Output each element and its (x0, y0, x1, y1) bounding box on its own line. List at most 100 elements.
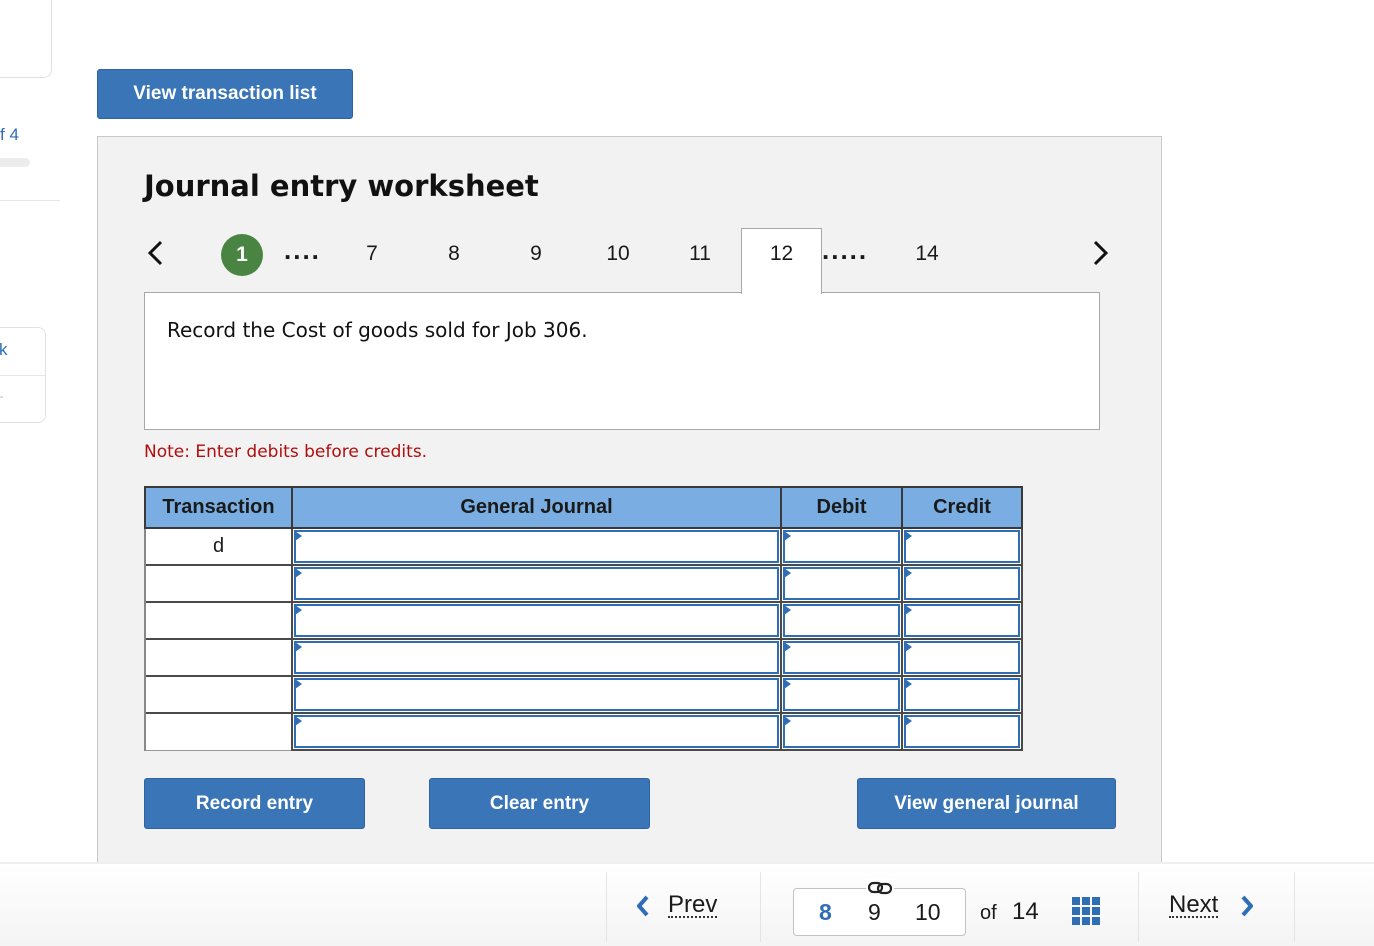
table-header-row: Transaction General Journal Debit Credit (144, 486, 1023, 529)
total-pages: 14 (1012, 898, 1039, 925)
debit-input-cell (780, 675, 903, 714)
grid-icon[interactable] (1072, 897, 1101, 926)
sidebar-divider (0, 200, 60, 201)
credit-input[interactable] (904, 678, 1020, 711)
debit-input[interactable] (783, 530, 900, 563)
transaction-cell (144, 638, 293, 677)
general-journal-input[interactable] (294, 567, 779, 600)
credit-input-cell (901, 638, 1023, 677)
nav-divider (760, 872, 761, 942)
general-journal-input-cell (291, 564, 782, 603)
table-row: d (144, 527, 1023, 566)
prev-button[interactable]: Prev (636, 891, 718, 918)
link-icon[interactable] (866, 879, 894, 897)
next-button[interactable]: Next (1169, 893, 1254, 918)
dropdown-flag-icon (295, 605, 302, 615)
sidebar-link[interactable]: k (0, 340, 8, 360)
general-journal-input[interactable] (294, 715, 779, 748)
credit-input[interactable] (904, 641, 1020, 674)
dropdown-flag-icon (784, 679, 791, 689)
nav-divider (606, 872, 607, 942)
general-journal-input[interactable] (294, 530, 779, 563)
tab-completed-1[interactable]: 1 (221, 234, 263, 276)
header-credit: Credit (901, 486, 1023, 529)
worksheet-tabs: 1 .... 7 8 9 10 11 12 ..... 14 (98, 227, 1161, 294)
nav-divider (1294, 872, 1295, 942)
dropdown-flag-icon (784, 716, 791, 726)
dropdown-flag-icon (905, 568, 912, 578)
debit-input-cell (780, 712, 903, 751)
prev-label: Prev (668, 891, 718, 918)
credit-input[interactable] (904, 715, 1020, 748)
page-8-current[interactable]: 8 (819, 899, 832, 926)
debit-input[interactable] (783, 567, 900, 600)
credit-input[interactable] (904, 567, 1020, 600)
header-transaction: Transaction (144, 486, 293, 529)
credit-input[interactable] (904, 604, 1020, 637)
chevron-right-icon[interactable] (1092, 239, 1110, 267)
tab-7[interactable]: 7 (342, 242, 402, 266)
header-general-journal: General Journal (291, 486, 782, 529)
sidebar-progress-text: f 4 (0, 125, 19, 144)
dropdown-flag-icon (784, 568, 791, 578)
tab-10[interactable]: 10 (588, 242, 648, 266)
credit-input-cell (901, 564, 1023, 603)
debit-input[interactable] (783, 604, 900, 637)
chevron-left-icon (636, 894, 650, 918)
dropdown-flag-icon (905, 716, 912, 726)
tab-12-active[interactable]: 12 (741, 228, 822, 294)
dropdown-flag-icon (905, 605, 912, 615)
debit-input[interactable] (783, 641, 900, 674)
chevron-left-icon[interactable] (146, 239, 164, 267)
bottom-navigation-bar: Prev 8 9 10 of 14 Next (0, 862, 1374, 946)
tab-11[interactable]: 11 (670, 242, 730, 266)
page-10[interactable]: 10 (915, 899, 941, 926)
credit-input-cell (901, 675, 1023, 714)
debit-input[interactable] (783, 715, 900, 748)
prompt-text: Record the Cost of goods sold for Job 30… (167, 318, 588, 342)
credit-input-cell (901, 527, 1023, 566)
transaction-cell (144, 564, 293, 603)
sidebar-link-row[interactable]: k (0, 328, 45, 376)
dropdown-flag-icon (905, 642, 912, 652)
credit-input-cell (901, 601, 1023, 640)
credit-input-cell (901, 712, 1023, 751)
dropdown-flag-icon (295, 716, 302, 726)
dropdown-flag-icon (784, 642, 791, 652)
credit-input[interactable] (904, 530, 1020, 563)
table-row (144, 712, 1023, 751)
general-journal-input-cell (291, 712, 782, 751)
tab-8[interactable]: 8 (424, 242, 484, 266)
dropdown-flag-icon (295, 679, 302, 689)
page-9[interactable]: 9 (868, 899, 881, 926)
tab-9[interactable]: 9 (506, 242, 566, 266)
sidebar-progress-bar (0, 158, 30, 167)
debit-input-cell (780, 601, 903, 640)
dropdown-flag-icon (295, 531, 302, 541)
view-transaction-list-button[interactable]: View transaction list (97, 69, 353, 119)
debit-input-cell (780, 638, 903, 677)
general-journal-input-cell (291, 638, 782, 677)
nav-divider (1138, 872, 1139, 942)
table-row (144, 638, 1023, 677)
general-journal-input[interactable] (294, 641, 779, 674)
of-label: of (980, 902, 997, 924)
tab-ellipsis-left: .... (284, 235, 321, 265)
record-entry-button[interactable]: Record entry (144, 778, 365, 829)
tab-ellipsis-right: ..... (822, 235, 869, 265)
general-journal-input[interactable] (294, 604, 779, 637)
worksheet-title: Journal entry worksheet (144, 169, 539, 203)
general-journal-input[interactable] (294, 678, 779, 711)
tab-14[interactable]: 14 (897, 242, 957, 266)
general-journal-input-cell (291, 601, 782, 640)
debit-input[interactable] (783, 678, 900, 711)
transaction-cell (144, 601, 293, 640)
transaction-cell (144, 712, 293, 751)
sidebar-link-row-2[interactable] (0, 396, 3, 398)
view-general-journal-button[interactable]: View general journal (857, 778, 1116, 829)
dropdown-flag-icon (905, 679, 912, 689)
clear-entry-button[interactable]: Clear entry (429, 778, 650, 829)
page-selector: 8 9 10 (793, 879, 966, 936)
table-row (144, 564, 1023, 603)
dropdown-flag-icon (295, 642, 302, 652)
